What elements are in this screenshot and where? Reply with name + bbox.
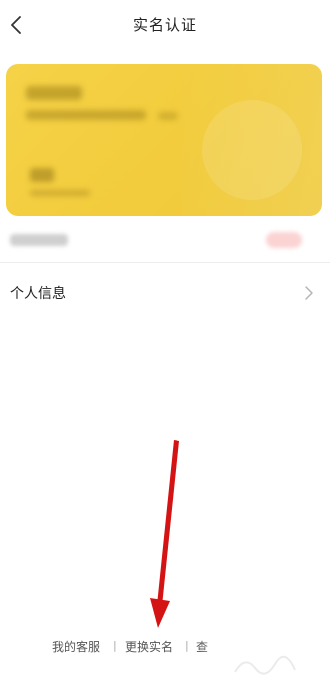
status-text-redacted xyxy=(10,234,68,246)
chevron-right-icon xyxy=(305,286,313,300)
footer-separator: | xyxy=(185,639,189,652)
page: 实名认证 个人信息 我的客服 | 更换实名 | 查 xyxy=(0,0,330,696)
personal-info-label: 个人信息 xyxy=(10,286,66,302)
page-title: 实名认证 xyxy=(132,16,197,34)
card-subtitle-redacted xyxy=(26,110,146,120)
footer-separator: | xyxy=(113,639,117,652)
card-title-redacted xyxy=(26,86,86,102)
watermark-logo xyxy=(234,655,296,675)
my-service-link[interactable]: 我的客服 xyxy=(52,638,100,655)
card-number-redacted xyxy=(30,168,54,182)
status-badge-redacted xyxy=(266,232,302,248)
corner-watermark xyxy=(200,632,330,696)
status-row xyxy=(0,222,330,260)
card-subtitle-extra-redacted xyxy=(158,112,178,120)
header: 实名认证 xyxy=(0,0,330,50)
identity-card xyxy=(6,64,322,216)
card-shade xyxy=(182,64,322,216)
card-detail-redacted xyxy=(30,190,90,196)
personal-info-row[interactable]: 个人信息 xyxy=(0,270,330,316)
divider xyxy=(0,262,330,263)
change-real-name-link[interactable]: 更换实名 xyxy=(125,638,173,655)
